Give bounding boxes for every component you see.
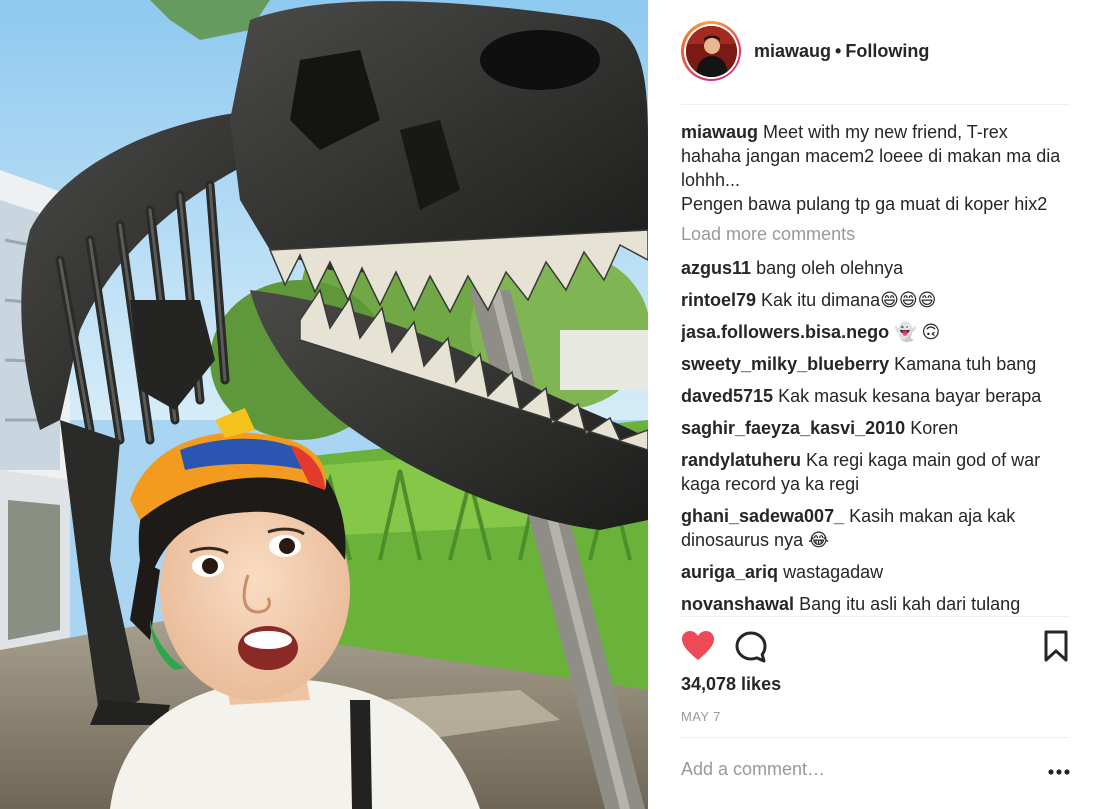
header-separator: • xyxy=(835,40,842,61)
comment-item: ghani_sadewa007_ Kasih makan aja kak din… xyxy=(681,504,1070,552)
add-comment-input[interactable] xyxy=(681,759,1011,780)
comment-username[interactable]: rintoel79 xyxy=(681,290,756,310)
comment-text: Bang itu asli kah dari tulang xyxy=(799,594,1021,614)
comment-item: sweety_milky_blueberry Kamana tuh bang xyxy=(681,352,1070,376)
t-rex-selfie-image xyxy=(0,0,648,809)
comment-text: Kamana tuh bang xyxy=(894,354,1037,374)
comment-item: auriga_ariq wastagadaw xyxy=(681,560,1070,584)
comment-text: 👻 🙃 xyxy=(894,322,941,342)
bookmark-icon[interactable] xyxy=(1043,630,1069,667)
post-sidebar: miawaug • Following miawaug Meet with my n… xyxy=(648,0,1100,809)
post-photo[interactable] xyxy=(0,0,648,809)
post-caption: miawaug Meet with my new friend, T-rex h… xyxy=(681,120,1070,216)
post-date[interactable]: MAY 7 xyxy=(681,709,721,724)
action-bar xyxy=(681,628,1070,668)
comment-username[interactable]: randylatuheru xyxy=(681,450,801,470)
comment-item: rintoel79 Kak itu dimana😄😄😄 xyxy=(681,288,1070,312)
comment-username[interactable]: novanshawal xyxy=(681,594,794,614)
comment-text: Kak itu dimana😄😄😄 xyxy=(761,290,937,310)
avatar-frame xyxy=(683,23,739,79)
comment-text: Kak masuk kesana bayar berapa xyxy=(778,386,1042,406)
heart-filled-icon[interactable] xyxy=(681,630,715,667)
ellipsis-icon[interactable] xyxy=(1048,764,1070,775)
comment-item: novanshawal Bang itu asli kah dari tulan… xyxy=(681,592,1070,616)
caption-username[interactable]: miawaug xyxy=(681,122,758,142)
actions-divider xyxy=(681,616,1070,617)
comment-text: Koren xyxy=(910,418,959,438)
comment-username[interactable]: saghir_faeyza_kasvi_2010 xyxy=(681,418,905,438)
comment-username[interactable]: auriga_ariq xyxy=(681,562,778,582)
header-username[interactable]: miawaug xyxy=(754,41,831,61)
comment-item: daved5715 Kak masuk kesana bayar berapa xyxy=(681,384,1070,408)
comment-username[interactable]: ghani_sadewa007_ xyxy=(681,506,844,526)
comment-item: saghir_faeyza_kasvi_2010 Koren xyxy=(681,416,1070,440)
avatar xyxy=(685,25,737,77)
speech-bubble-icon[interactable] xyxy=(734,630,768,669)
header-text: miawaug • Following xyxy=(754,41,929,62)
comment-item: randylatuheru Ka regi kaga main god of w… xyxy=(681,448,1070,496)
header-divider xyxy=(681,104,1070,105)
avatar-story-ring[interactable] xyxy=(681,21,741,81)
comment-text: wastagadaw xyxy=(783,562,884,582)
comment-username[interactable]: daved5715 xyxy=(681,386,773,406)
avatar-image xyxy=(685,25,737,77)
following-button[interactable]: Following xyxy=(845,41,929,61)
comment-username[interactable]: jasa.followers.bisa.nego xyxy=(681,322,889,342)
comment-input-divider xyxy=(681,737,1070,738)
load-more-comments-button[interactable]: Load more comments xyxy=(681,222,1070,246)
comment-text: bang oleh olehnya xyxy=(756,258,904,278)
likes-count[interactable]: 34,078 likes xyxy=(681,674,781,695)
comments-list[interactable]: miawaug Meet with my new friend, T-rex h… xyxy=(681,118,1070,616)
comment-username[interactable]: sweety_milky_blueberry xyxy=(681,354,889,374)
instagram-post: miawaug • Following miawaug Meet with my n… xyxy=(0,0,1100,809)
comment-username[interactable]: azgus11 xyxy=(681,258,751,278)
post-header: miawaug • Following xyxy=(681,20,1071,82)
comment-item: jasa.followers.bisa.nego 👻 🙃 xyxy=(681,320,1070,344)
caption-text-line-2: Pengen bawa pulang tp ga muat di koper h… xyxy=(681,194,1048,214)
comment-item: azgus11 bang oleh olehnya xyxy=(681,256,1070,280)
